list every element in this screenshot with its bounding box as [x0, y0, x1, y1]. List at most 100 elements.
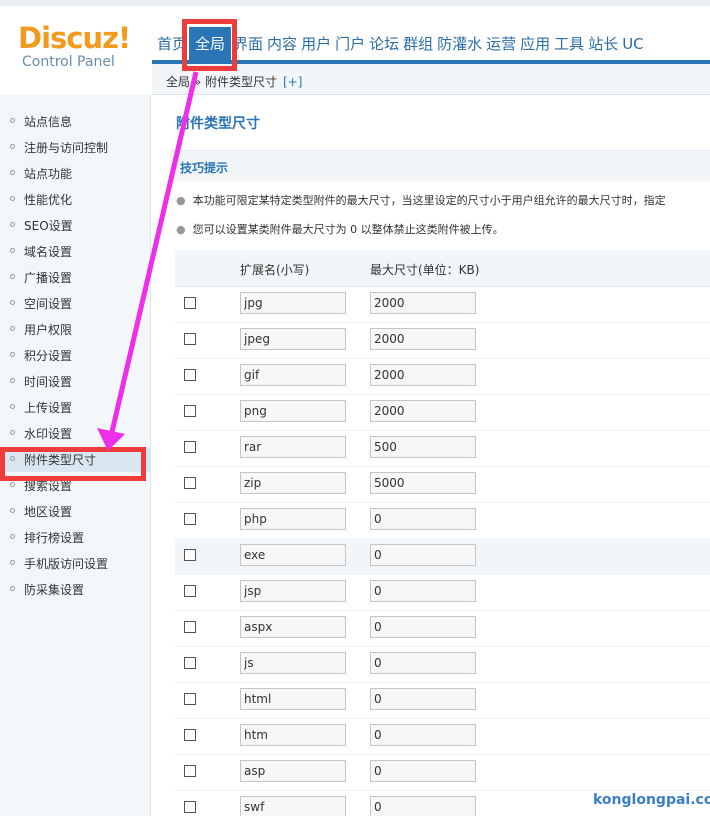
max-size-input[interactable] [370, 364, 476, 386]
bullet-icon [10, 118, 15, 123]
extension-input[interactable] [240, 544, 346, 566]
sidebar-item-time[interactable]: 时间设置 [0, 370, 150, 394]
nav-item-uc[interactable]: UC [620, 27, 645, 61]
row-checkbox[interactable] [184, 369, 196, 381]
sidebar-item-domain[interactable]: 域名设置 [0, 240, 150, 264]
max-size-input[interactable] [370, 652, 476, 674]
table-row [175, 286, 710, 323]
row-checkbox[interactable] [184, 477, 196, 489]
bullet-icon [10, 274, 15, 279]
nav-item-antispam[interactable]: 防灌水 [435, 27, 484, 61]
extension-input[interactable] [240, 328, 346, 350]
sidebar-item-watermark[interactable]: 水印设置 [0, 422, 150, 446]
sidebar-item-user-permission[interactable]: 用户权限 [0, 318, 150, 342]
sidebar-item-performance[interactable]: 性能优化 [0, 188, 150, 212]
nav-item-portal[interactable]: 门户 [333, 27, 367, 61]
bullet-icon [10, 404, 15, 409]
table-row [175, 610, 710, 647]
table-header: 扩展名(小写) 最大尺寸(单位：KB) [175, 250, 710, 287]
row-checkbox[interactable] [184, 765, 196, 777]
row-checkbox[interactable] [184, 693, 196, 705]
bullet-icon [10, 326, 15, 331]
row-checkbox[interactable] [184, 405, 196, 417]
max-size-input[interactable] [370, 688, 476, 710]
header-extension: 扩展名(小写) [240, 263, 310, 277]
nav-item-forum[interactable]: 论坛 [367, 27, 401, 61]
extension-input[interactable] [240, 796, 346, 816]
tips-title: 技巧提示 [180, 161, 229, 175]
highlight-box-sidebar-item [0, 447, 146, 481]
sidebar-item-site-features[interactable]: 站点功能 [0, 162, 150, 186]
sidebar-item-anti-scrape[interactable]: 防采集设置 [0, 578, 150, 602]
extension-input[interactable] [240, 472, 346, 494]
table-row [175, 430, 710, 467]
sidebar-item-seo[interactable]: SEO设置 [0, 214, 150, 238]
sidebar-item-upload[interactable]: 上传设置 [0, 396, 150, 420]
bullet-icon: ● [176, 223, 186, 236]
sidebar-item-label: 时间设置 [24, 375, 73, 389]
max-size-input[interactable] [370, 544, 476, 566]
sidebar-item-register-access[interactable]: 注册与访问控制 [0, 136, 150, 160]
bullet-icon [10, 534, 15, 539]
logo[interactable]: Discuz! Control Panel [18, 21, 131, 70]
sidebar-item-label: 搜索设置 [24, 479, 73, 493]
extension-input[interactable] [240, 508, 346, 530]
sidebar-item-credits[interactable]: 积分设置 [0, 344, 150, 368]
extension-input[interactable] [240, 760, 346, 782]
sidebar-item-label: 积分设置 [24, 349, 73, 363]
row-checkbox[interactable] [184, 513, 196, 525]
row-checkbox[interactable] [184, 801, 196, 813]
add-shortcut-button[interactable]: [+] [283, 75, 302, 89]
sidebar-item-space[interactable]: 空间设置 [0, 292, 150, 316]
max-size-input[interactable] [370, 436, 476, 458]
sidebar-item-site-info[interactable]: 站点信息 [0, 110, 150, 134]
table-row [175, 718, 710, 755]
extension-input[interactable] [240, 652, 346, 674]
extension-input[interactable] [240, 616, 346, 638]
extension-input[interactable] [240, 724, 346, 746]
max-size-input[interactable] [370, 580, 476, 602]
max-size-input[interactable] [370, 292, 476, 314]
table-row [175, 358, 710, 395]
max-size-input[interactable] [370, 760, 476, 782]
nav-item-group[interactable]: 群组 [401, 27, 435, 61]
logo-brand: Discuz! [18, 21, 131, 55]
nav-item-founder[interactable]: 站长 [586, 27, 620, 61]
max-size-input[interactable] [370, 472, 476, 494]
nav-item-operation[interactable]: 运营 [484, 27, 518, 61]
sidebar-item-label: 用户权限 [24, 323, 73, 337]
extension-input[interactable] [240, 364, 346, 386]
sidebar-item-label: 手机版访问设置 [24, 557, 109, 571]
row-checkbox[interactable] [184, 729, 196, 741]
sidebar-item-region[interactable]: 地区设置 [0, 500, 150, 524]
row-checkbox[interactable] [184, 549, 196, 561]
nav-item-apps[interactable]: 应用 [518, 27, 552, 61]
nav-item-tools[interactable]: 工具 [552, 27, 586, 61]
sidebar-item-ranklist[interactable]: 排行榜设置 [0, 526, 150, 550]
nav-item-content[interactable]: 内容 [265, 27, 299, 61]
row-checkbox[interactable] [184, 441, 196, 453]
max-size-input[interactable] [370, 328, 476, 350]
tip-item: ● 您可以设置某类附件最大尺寸为 0 以整体禁止这类附件被上传。 [176, 221, 504, 237]
nav-item-user[interactable]: 用户 [299, 27, 333, 61]
extension-input[interactable] [240, 436, 346, 458]
row-checkbox[interactable] [184, 621, 196, 633]
row-checkbox[interactable] [184, 657, 196, 669]
max-size-input[interactable] [370, 796, 476, 816]
max-size-input[interactable] [370, 508, 476, 530]
sidebar-item-broadcast[interactable]: 广播设置 [0, 266, 150, 290]
max-size-input[interactable] [370, 724, 476, 746]
sidebar-item-mobile-access[interactable]: 手机版访问设置 [0, 552, 150, 576]
extension-input[interactable] [240, 688, 346, 710]
row-checkbox[interactable] [184, 585, 196, 597]
max-size-input[interactable] [370, 400, 476, 422]
max-size-input[interactable] [370, 616, 476, 638]
tip-text: 您可以设置某类附件最大尺寸为 0 以整体禁止这类附件被上传。 [192, 223, 504, 236]
sidebar-item-label: 排行榜设置 [24, 531, 85, 545]
extension-input[interactable] [240, 580, 346, 602]
extension-input[interactable] [240, 400, 346, 422]
row-checkbox[interactable] [184, 297, 196, 309]
row-checkbox[interactable] [184, 333, 196, 345]
sidebar-item-label: 性能优化 [24, 193, 73, 207]
extension-input[interactable] [240, 292, 346, 314]
